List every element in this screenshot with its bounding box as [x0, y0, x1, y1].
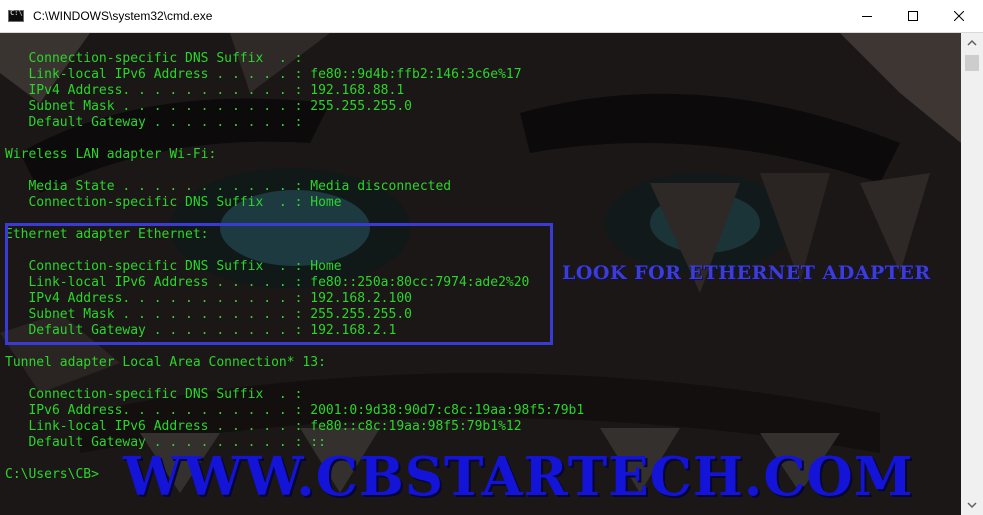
- scroll-up-button[interactable]: [961, 33, 983, 53]
- cmd-icon[interactable]: [8, 9, 24, 22]
- scroll-down-button[interactable]: [961, 495, 983, 515]
- website-watermark: WWW.CBSTARTECH.COM: [123, 446, 914, 508]
- console-line: IPv6 Address. . . . . . . . . . . : 2001…: [5, 403, 585, 418]
- scroll-thumb[interactable]: [965, 55, 979, 71]
- console-line: Link-local IPv6 Address . . . . . : fe80…: [5, 67, 522, 82]
- ethernet-highlight-box: [5, 223, 553, 345]
- console-line: Connection-specific DNS Suffix . :: [5, 51, 303, 66]
- annotation-label: LOOK FOR ETHERNET ADAPTER: [562, 262, 931, 284]
- close-icon: [954, 11, 964, 21]
- chevron-up-icon: [967, 39, 977, 46]
- console-line: Subnet Mask . . . . . . . . . . . : 255.…: [5, 99, 412, 114]
- close-button[interactable]: [936, 0, 982, 33]
- console-line: Connection-specific DNS Suffix . : Home: [5, 195, 342, 210]
- console-line: Connection-specific DNS Suffix . :: [5, 387, 303, 402]
- maximize-icon: [908, 11, 918, 21]
- vertical-scrollbar[interactable]: [961, 33, 983, 515]
- console-line: Media State . . . . . . . . . . . : Medi…: [5, 179, 452, 194]
- console-line: Tunnel adapter Local Area Connection* 13…: [5, 355, 326, 370]
- window-title: C:\WINDOWS\system32\cmd.exe: [33, 9, 213, 23]
- cmd-window: C:\WINDOWS\system32\cmd.exe Connection: [0, 0, 983, 515]
- console-line: Wireless LAN adapter Wi-Fi:: [5, 147, 217, 162]
- maximize-button[interactable]: [890, 0, 936, 33]
- minimize-button[interactable]: [844, 0, 890, 33]
- title-bar[interactable]: C:\WINDOWS\system32\cmd.exe: [0, 0, 983, 33]
- chevron-down-icon: [967, 502, 977, 509]
- console-line: Link-local IPv6 Address . . . . . : fe80…: [5, 419, 522, 434]
- console-line: Default Gateway . . . . . . . . . :: [5, 115, 303, 130]
- console-line: IPv4 Address. . . . . . . . . . . : 192.…: [5, 83, 405, 98]
- minimize-icon: [862, 16, 872, 17]
